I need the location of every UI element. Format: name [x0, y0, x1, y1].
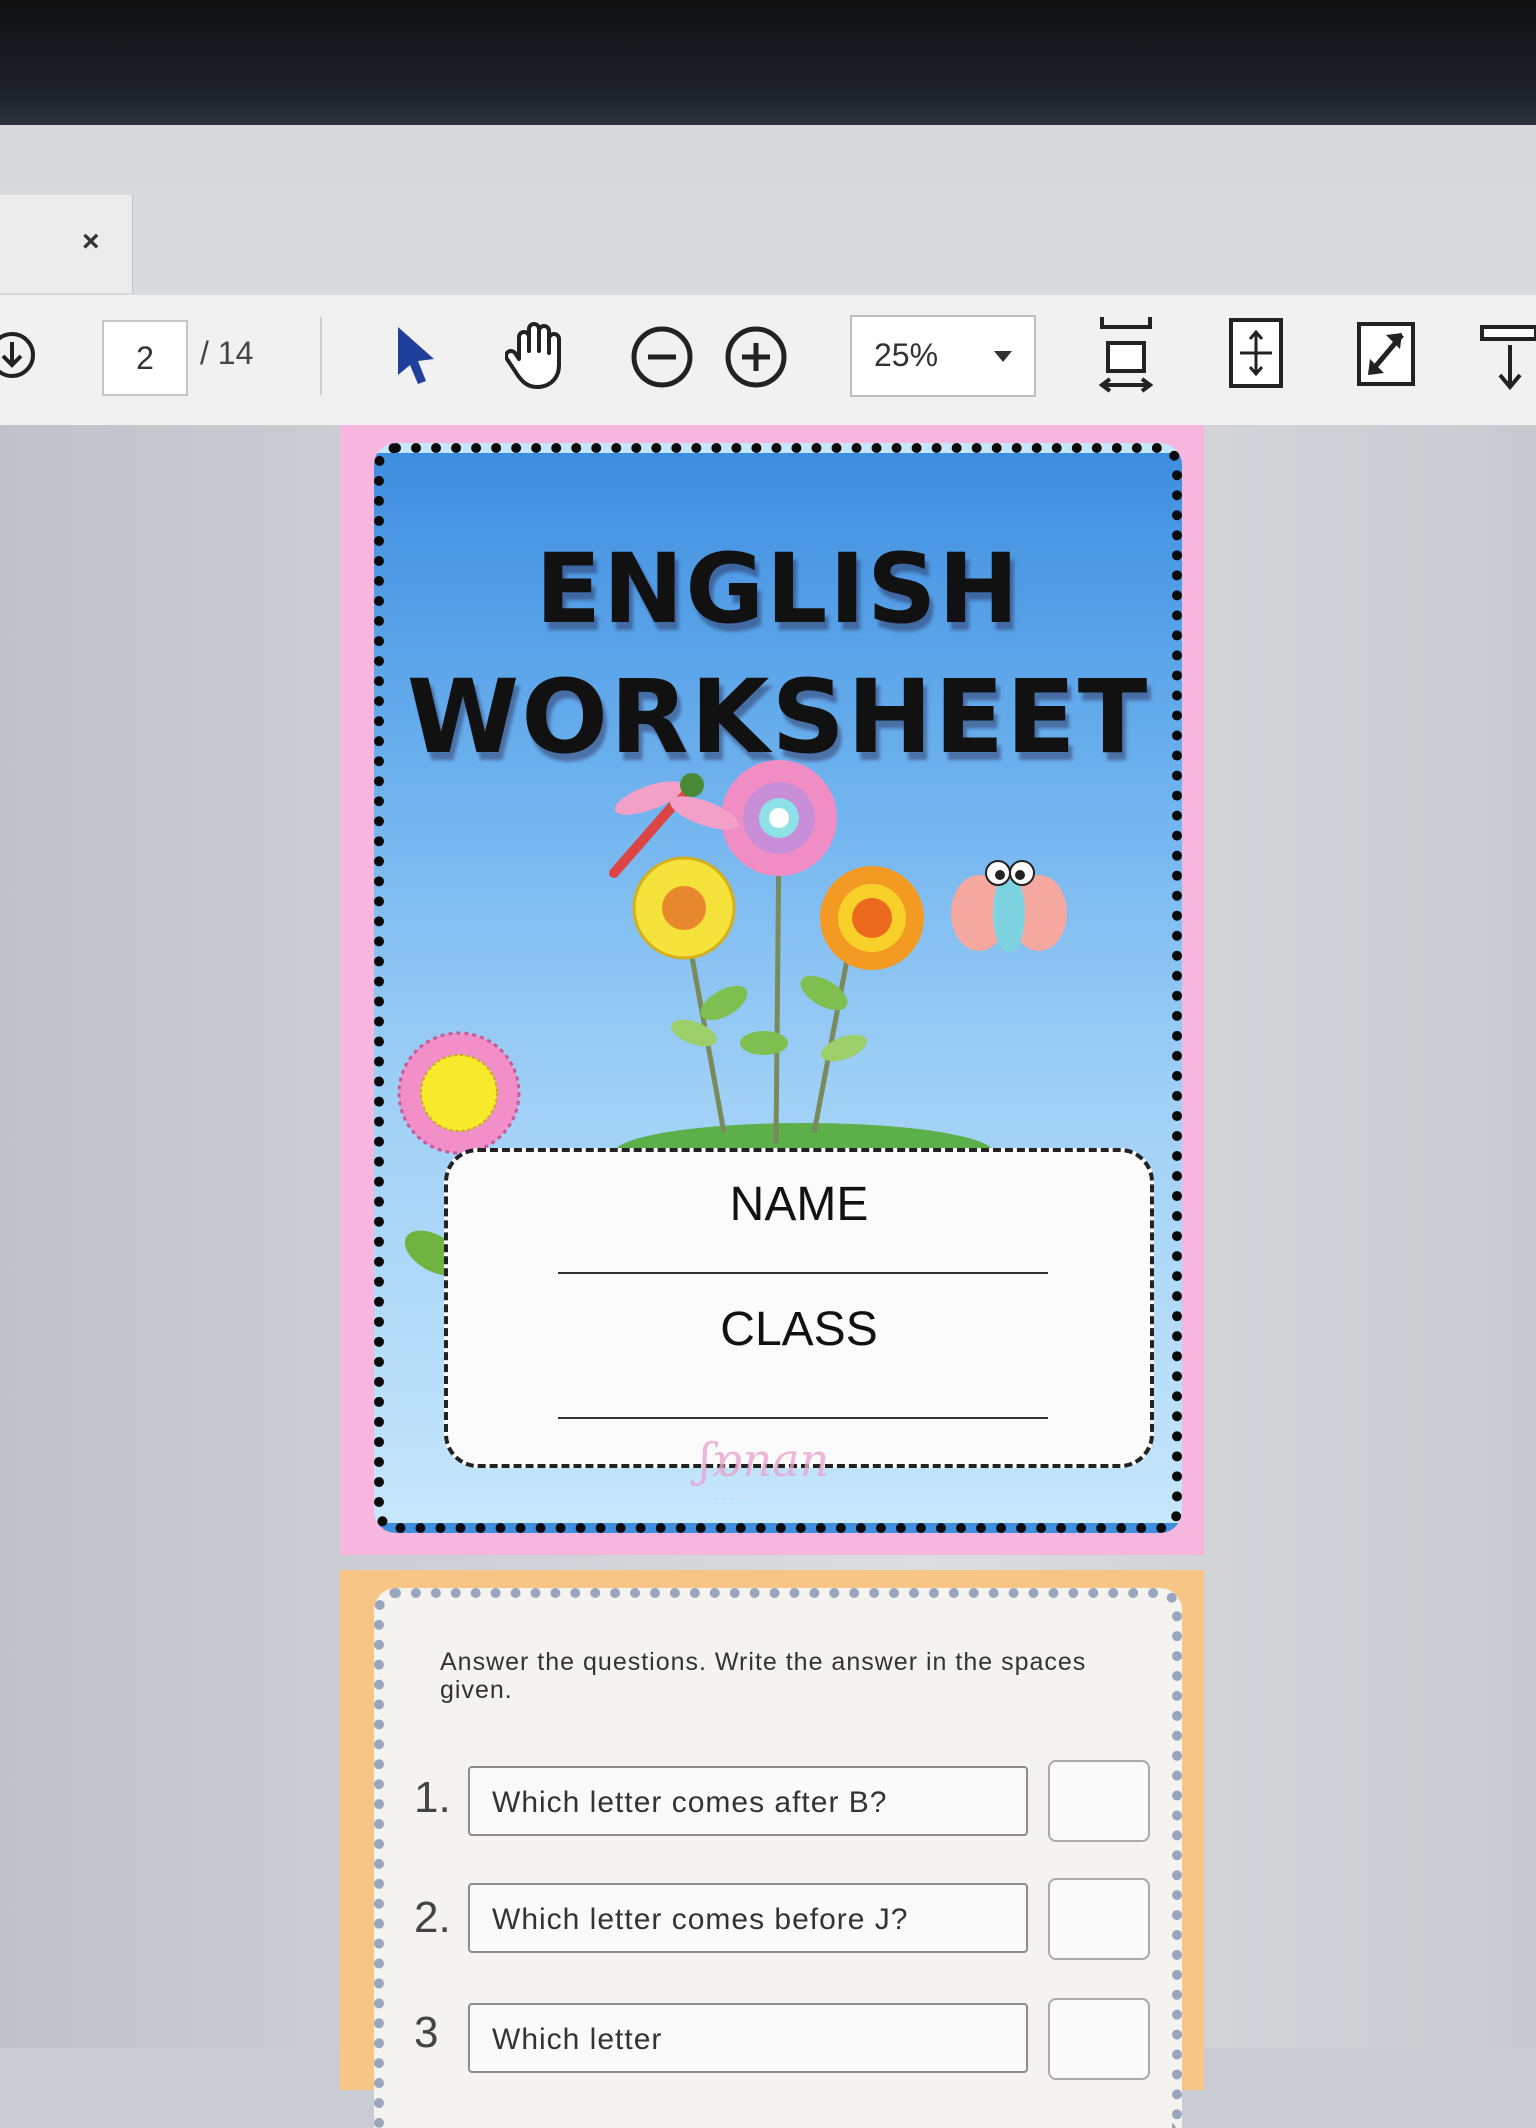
zoom-select[interactable]: 25% — [850, 315, 1036, 397]
hand-tool-icon[interactable] — [505, 319, 571, 391]
zoom-out-icon[interactable] — [630, 325, 694, 389]
answer-box[interactable] — [1048, 1998, 1150, 2080]
instructions-text: Answer the questions. Write the answer i… — [440, 1648, 1087, 1704]
document-viewer[interactable]: ENGLISH WORKSHEET NAME CLASS ʃɒnan .....… — [0, 425, 1536, 2128]
name-class-box: NAME CLASS — [444, 1148, 1154, 1468]
question-number: 1. — [414, 1773, 451, 1822]
question-text-box: Which letter — [468, 2003, 1028, 2073]
pdf-toolbar: 2 / 14 25% — [0, 295, 1536, 427]
question-number: 3 — [414, 2008, 439, 2057]
close-icon[interactable]: × — [82, 225, 100, 259]
class-label: CLASS — [720, 1303, 878, 1356]
monitor-bezel — [0, 0, 1536, 125]
question-text-box: Which letter comes after B? — [468, 1766, 1028, 1836]
fit-width-icon[interactable] — [1098, 315, 1154, 395]
questions-panel: Answer the questions. Write the answer i… — [374, 1588, 1182, 2128]
chevron-down-icon — [994, 351, 1012, 362]
fullscreen-icon[interactable] — [1356, 321, 1416, 387]
question-text-box: Which letter comes before J? — [468, 1883, 1028, 1953]
name-line[interactable] — [558, 1272, 1048, 1274]
question-number: 2. — [414, 1893, 451, 1942]
pdf-page-questions: Answer the questions. Write the answer i… — [340, 1570, 1204, 2128]
page-number-input[interactable]: 2 — [102, 320, 188, 396]
watermark-logo: ʃɒnan — [699, 1433, 830, 1487]
toolbar-divider — [320, 317, 322, 395]
zoom-in-icon[interactable] — [724, 325, 788, 389]
scroll-mode-icon[interactable] — [1480, 323, 1536, 393]
answer-box[interactable] — [1048, 1760, 1150, 1842]
tab-bar — [0, 125, 1536, 301]
download-icon[interactable] — [0, 330, 44, 380]
answer-box[interactable] — [1048, 1878, 1150, 1960]
pdf-page-cover: ENGLISH WORKSHEET NAME CLASS ʃɒnan ..... — [340, 425, 1204, 1555]
fit-page-icon[interactable] — [1228, 317, 1284, 391]
zoom-value: 25% — [874, 337, 939, 373]
page-total-label: / 14 — [200, 335, 254, 371]
cover-panel: ENGLISH WORKSHEET NAME CLASS ʃɒnan ..... — [374, 443, 1182, 1533]
watermark-logo-sub: ..... — [714, 1488, 756, 1502]
class-line[interactable] — [558, 1417, 1048, 1419]
document-tab[interactable]: × — [0, 195, 133, 293]
select-pointer-icon[interactable] — [392, 323, 440, 387]
name-label: NAME — [729, 1178, 869, 1231]
tab-strip — [0, 185, 1536, 301]
